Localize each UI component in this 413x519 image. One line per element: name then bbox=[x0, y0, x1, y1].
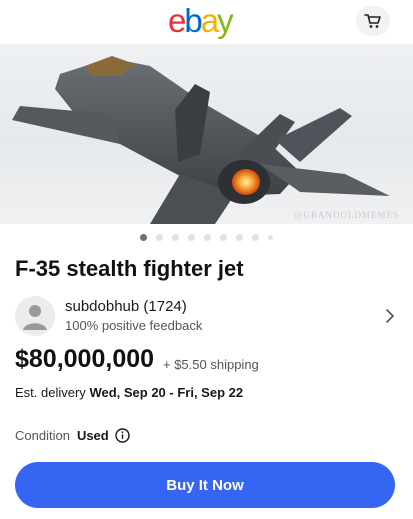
seller-info-row[interactable]: subdobhub (1724) 100% positive feedback bbox=[15, 296, 400, 340]
seller-feedback: 100% positive feedback bbox=[65, 318, 203, 333]
condition-row: Condition Used bbox=[15, 428, 130, 443]
logo-letter-y: y bbox=[217, 2, 233, 39]
carousel-dot-active[interactable] bbox=[140, 234, 147, 241]
carousel-dot[interactable] bbox=[156, 234, 163, 241]
seller-avatar bbox=[15, 296, 55, 336]
product-image[interactable]: @GRANDOLDMEMES bbox=[0, 44, 413, 224]
carousel-dot[interactable] bbox=[188, 234, 195, 241]
carousel-dot[interactable] bbox=[204, 234, 211, 241]
delivery-label: Est. delivery bbox=[15, 385, 86, 400]
ebay-logo[interactable]: ebay bbox=[168, 2, 234, 40]
shipping-cost: + $5.50 shipping bbox=[163, 357, 259, 372]
price: $80,000,000 bbox=[15, 345, 155, 373]
estimated-delivery: Est. delivery Wed, Sep 20 - Fri, Sep 22 bbox=[15, 385, 243, 400]
delivery-dates: Wed, Sep 20 - Fri, Sep 22 bbox=[89, 385, 244, 400]
condition-label: Condition bbox=[15, 428, 70, 443]
fighter-jet-image bbox=[12, 56, 390, 224]
logo-letter-a: a bbox=[200, 2, 219, 39]
logo-letter-b: b bbox=[184, 2, 202, 39]
carousel-dot[interactable] bbox=[220, 234, 227, 241]
buy-it-now-button[interactable]: Buy It Now bbox=[15, 462, 395, 508]
seller-name: subdobhub (1724) bbox=[65, 298, 187, 315]
user-icon bbox=[23, 305, 47, 330]
cart-icon bbox=[364, 14, 381, 28]
top-bar: ebay bbox=[0, 0, 413, 44]
logo-letter-e: e bbox=[168, 2, 186, 39]
info-icon[interactable] bbox=[115, 428, 130, 443]
carousel-dot[interactable] bbox=[268, 235, 273, 240]
carousel-dot[interactable] bbox=[172, 234, 179, 241]
condition-value: Used bbox=[76, 428, 109, 443]
carousel-dot[interactable] bbox=[236, 234, 243, 241]
carousel-dot[interactable] bbox=[252, 234, 259, 241]
watermark-text: @GRANDOLDMEMES bbox=[294, 210, 399, 220]
cart-button[interactable] bbox=[356, 6, 390, 36]
image-carousel-dots[interactable] bbox=[0, 234, 413, 244]
chevron-right-icon bbox=[386, 309, 394, 323]
listing-title: F-35 stealth fighter jet bbox=[15, 256, 244, 281]
